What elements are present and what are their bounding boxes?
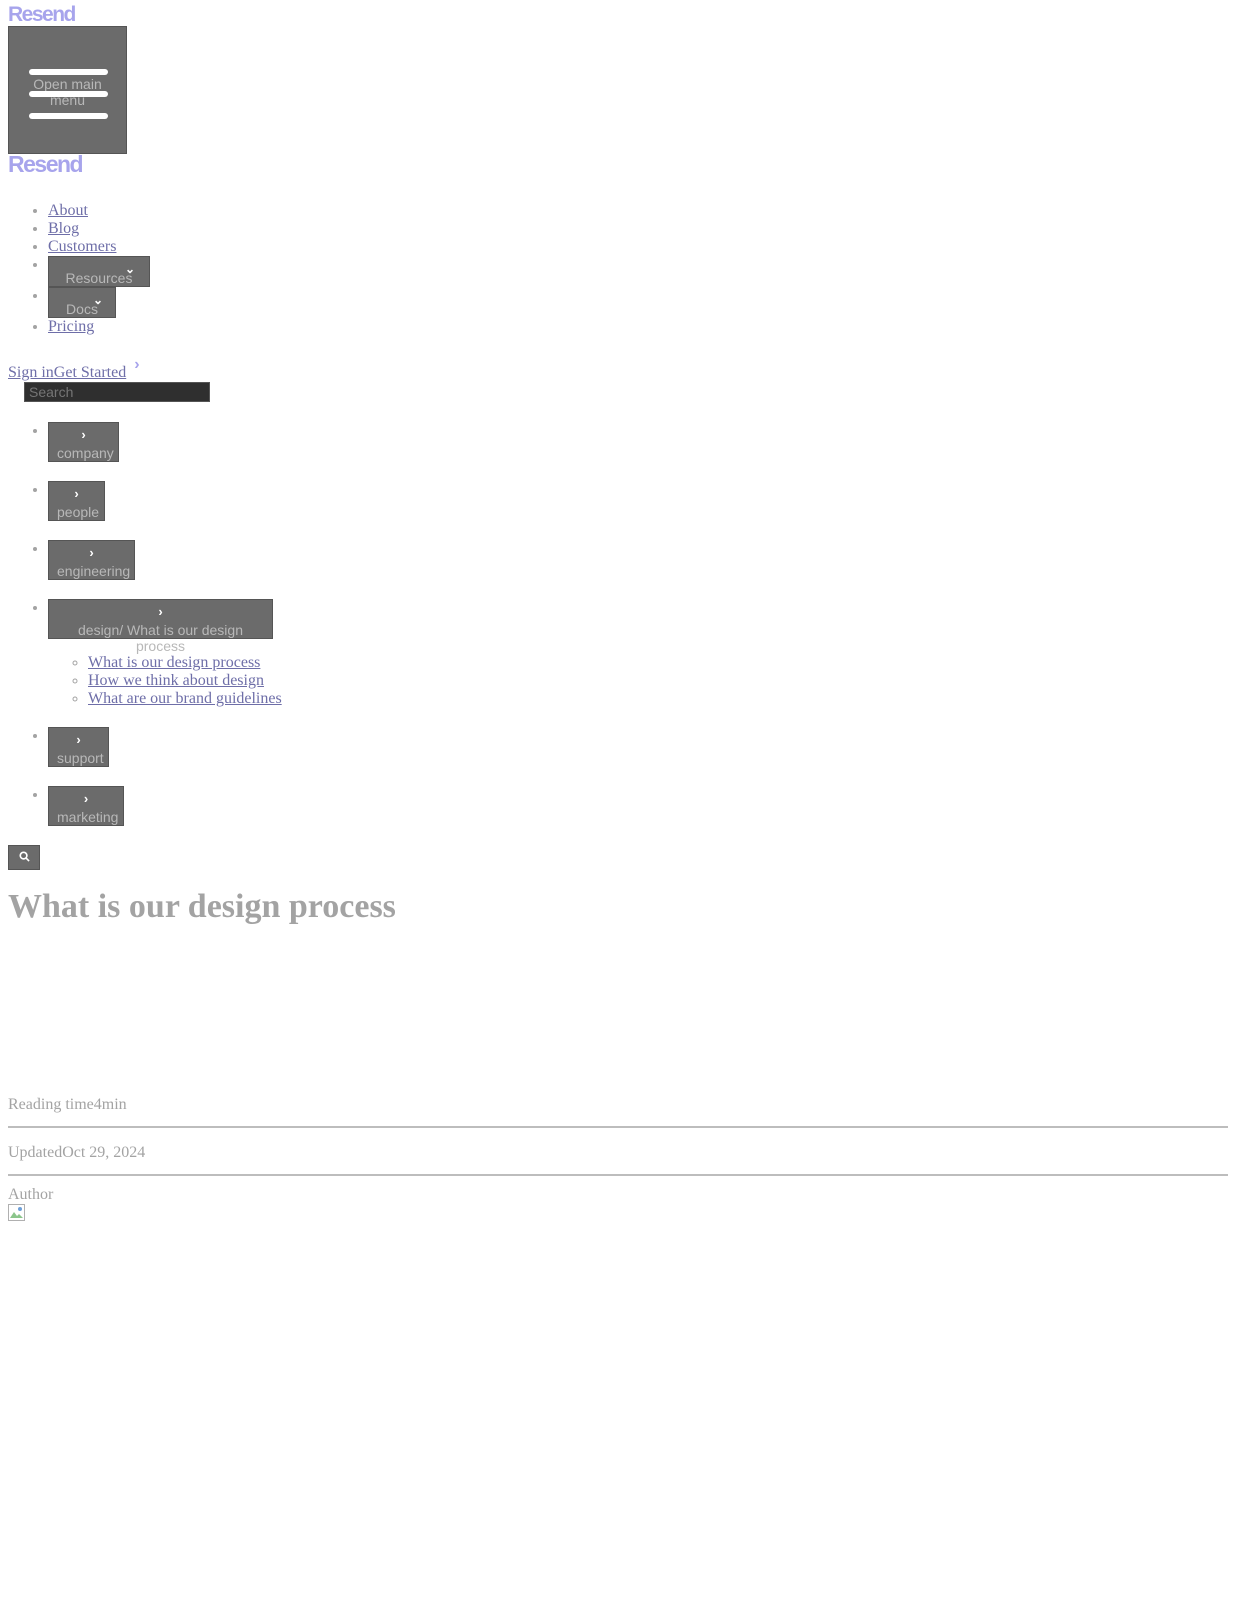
- updated-date: UpdatedOct 29, 2024: [8, 1144, 1236, 1162]
- resources-label: Resources: [65, 269, 133, 286]
- category-label: support: [57, 750, 104, 766]
- category-item: › company: [48, 422, 1236, 462]
- hamburger-icon: [29, 69, 108, 75]
- design-subnav: What is our design process How we think …: [48, 654, 1236, 708]
- sign-in-link[interactable]: Sign in: [8, 364, 54, 381]
- category-label: engineering: [57, 563, 131, 579]
- chevron-right-icon: ›: [83, 791, 89, 806]
- nav-item-about: About: [48, 202, 1236, 220]
- logo-top[interactable]: Resend: [8, 4, 1236, 26]
- chevron-down-icon: ⌄: [93, 293, 104, 307]
- list-item: What is our design process: [88, 654, 1236, 672]
- nav-link-about[interactable]: About: [48, 202, 88, 219]
- category-item: › design/ What is our design process Wha…: [48, 599, 1236, 708]
- list-item: What are our brand guidelines: [88, 690, 1236, 708]
- subnav-link-think-design[interactable]: How we think about design: [88, 672, 264, 689]
- category-company-button[interactable]: › company: [48, 422, 119, 462]
- chevron-right-icon: ›: [134, 356, 140, 373]
- nav-link-blog[interactable]: Blog: [48, 220, 79, 237]
- reading-time-label: Reading time: [8, 1096, 94, 1113]
- category-item: › engineering: [48, 540, 1236, 580]
- category-label: marketing: [57, 809, 119, 825]
- chevron-right-icon: ›: [81, 427, 86, 442]
- category-marketing-button[interactable]: › marketing: [48, 786, 124, 826]
- search-input[interactable]: [24, 382, 210, 402]
- logo-secondary[interactable]: Resend: [8, 152, 1236, 176]
- search-icon: [18, 851, 30, 862]
- list-item: How we think about design: [88, 672, 1236, 690]
- category-support-button[interactable]: › support: [48, 727, 109, 767]
- category-label: people: [57, 504, 100, 520]
- category-label: company: [57, 445, 114, 461]
- divider: [8, 1174, 1228, 1176]
- updated-label: Updated: [8, 1144, 63, 1161]
- chevron-right-icon: ›: [74, 486, 79, 501]
- category-label: design/ What is our design process: [78, 622, 243, 654]
- nav-item-resources: Resources ⌄: [48, 256, 1236, 287]
- updated-value: Oct 29, 2024: [62, 1144, 146, 1161]
- main-nav: About Blog Customers Resources ⌄ Docs ⌄ …: [0, 202, 1236, 336]
- menu-button-label: Open main menu: [33, 76, 102, 108]
- hamburger-icon-bar: [29, 91, 108, 97]
- category-engineering-button[interactable]: › engineering: [48, 540, 135, 580]
- reading-time-value: 4min: [93, 1096, 127, 1113]
- reading-time: Reading time4min: [8, 1096, 1236, 1114]
- category-list: › company › people › engineering › desig…: [0, 422, 1236, 826]
- category-item: › marketing: [48, 786, 1236, 826]
- search-button[interactable]: [8, 845, 40, 870]
- nav-item-docs: Docs ⌄: [48, 287, 1236, 318]
- nav-item-pricing: Pricing: [48, 318, 1236, 336]
- category-people-button[interactable]: › people: [48, 481, 105, 521]
- page-title: What is our design process: [8, 888, 396, 925]
- subnav-link-brand-guidelines[interactable]: What are our brand guidelines: [88, 690, 282, 707]
- chevron-down-icon: ⌄: [125, 262, 136, 276]
- subnav-link-design-process[interactable]: What is our design process: [88, 654, 260, 671]
- nav-link-customers[interactable]: Customers: [48, 238, 116, 255]
- divider: [8, 1126, 1228, 1128]
- docs-dropdown-button[interactable]: Docs ⌄: [48, 287, 116, 318]
- get-started-link[interactable]: Get Started: [54, 364, 126, 381]
- nav-item-customers: Customers: [48, 238, 1236, 256]
- category-item: › support: [48, 727, 1236, 767]
- author-label: Author: [8, 1186, 54, 1203]
- open-main-menu-button[interactable]: Open main menu: [8, 26, 127, 154]
- resources-dropdown-button[interactable]: Resources ⌄: [48, 256, 150, 287]
- avatar: [8, 1204, 25, 1221]
- chevron-right-icon: ›: [89, 545, 94, 560]
- chevron-right-icon: ›: [158, 604, 163, 619]
- hamburger-icon-bar: [29, 113, 108, 119]
- auth-links: Sign inGet Started ›: [8, 356, 1236, 382]
- nav-link-pricing[interactable]: Pricing: [48, 318, 94, 335]
- chevron-right-icon: ›: [76, 732, 81, 747]
- nav-item-blog: Blog: [48, 220, 1236, 238]
- category-design-button[interactable]: › design/ What is our design process: [48, 599, 273, 654]
- category-item: › people: [48, 481, 1236, 521]
